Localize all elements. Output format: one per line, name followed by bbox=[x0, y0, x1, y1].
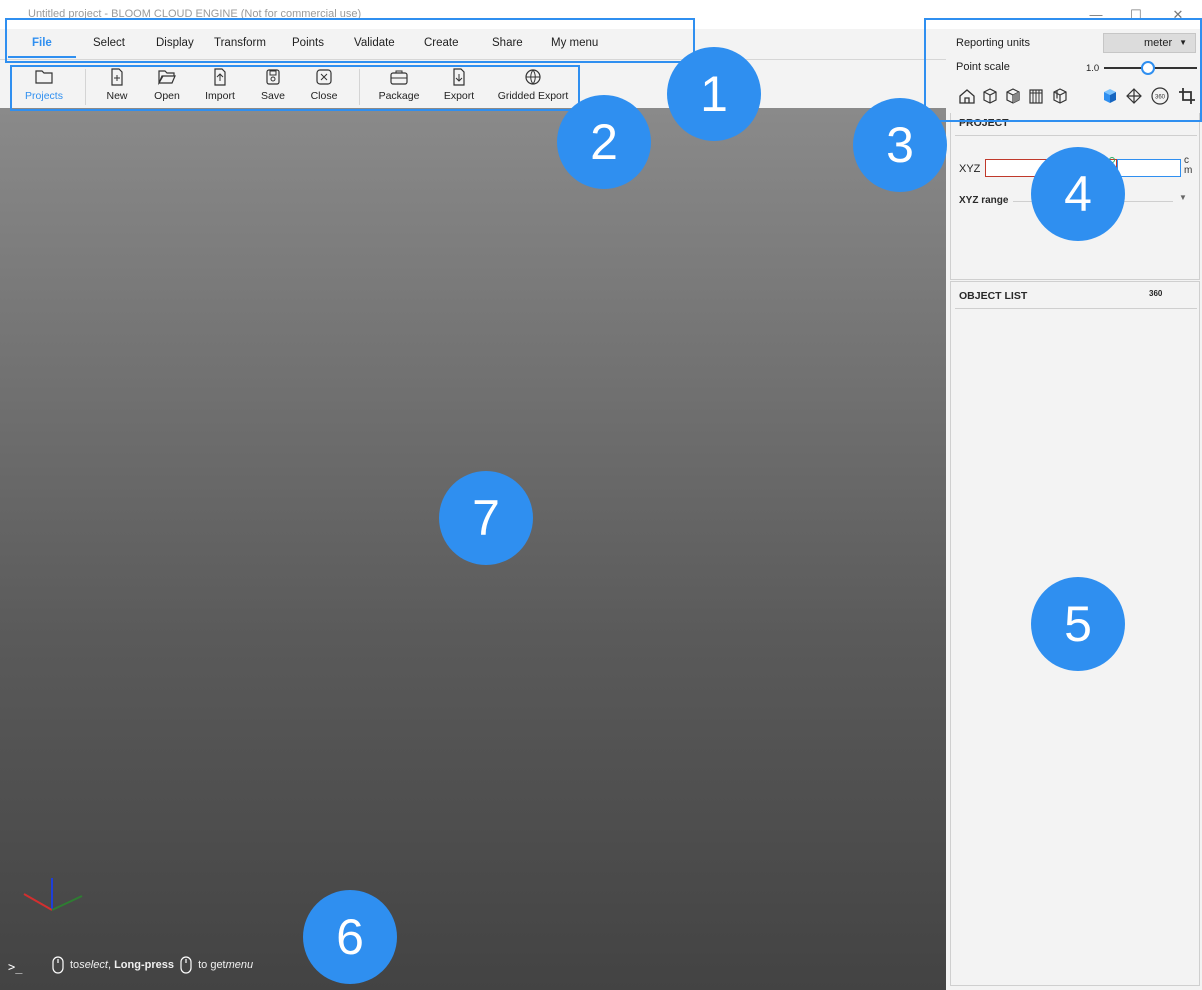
xyz-label: XYZ bbox=[959, 163, 981, 175]
annotation-badge-4: 4 bbox=[1031, 147, 1125, 241]
annotation-badge-2: 2 bbox=[557, 95, 651, 189]
highlight-menu-bar bbox=[5, 18, 695, 63]
annotation-badge-7: 7 bbox=[439, 471, 533, 565]
mouse-hint: to select, Long-press to get menu bbox=[52, 956, 253, 974]
axis-gizmo bbox=[23, 878, 83, 911]
project-divider bbox=[955, 135, 1197, 136]
highlight-toolbar bbox=[10, 65, 580, 111]
hint-text-to: to bbox=[70, 959, 80, 971]
annotation-badge-5: 5 bbox=[1031, 577, 1125, 671]
xyz-range-chevron-icon[interactable]: ▼ bbox=[1179, 193, 1187, 202]
xyz-max-input[interactable] bbox=[1117, 159, 1181, 177]
hint-select: select bbox=[79, 959, 108, 971]
object-list-title: OBJECT LIST bbox=[959, 290, 1028, 302]
xyz-range-label[interactable]: XYZ range bbox=[959, 195, 1008, 206]
annotation-badge-3: 3 bbox=[853, 98, 947, 192]
right-mouse-icon bbox=[180, 956, 192, 974]
left-mouse-icon bbox=[52, 956, 64, 974]
hint-menu: menu bbox=[225, 959, 254, 971]
annotation-badge-1: 1 bbox=[667, 47, 761, 141]
hint-longpress: Long-press bbox=[114, 959, 174, 971]
hint-comma: , bbox=[107, 959, 111, 971]
hint-text-to-get: to get bbox=[198, 959, 226, 971]
rotate-360-icon[interactable]: 360 bbox=[1149, 289, 1162, 298]
annotation-badge-6: 6 bbox=[303, 890, 397, 984]
console-button[interactable]: >_ bbox=[8, 960, 22, 974]
xyz-unit: cm bbox=[1184, 155, 1193, 176]
object-list-divider bbox=[955, 308, 1197, 309]
highlight-settings bbox=[924, 18, 1202, 122]
